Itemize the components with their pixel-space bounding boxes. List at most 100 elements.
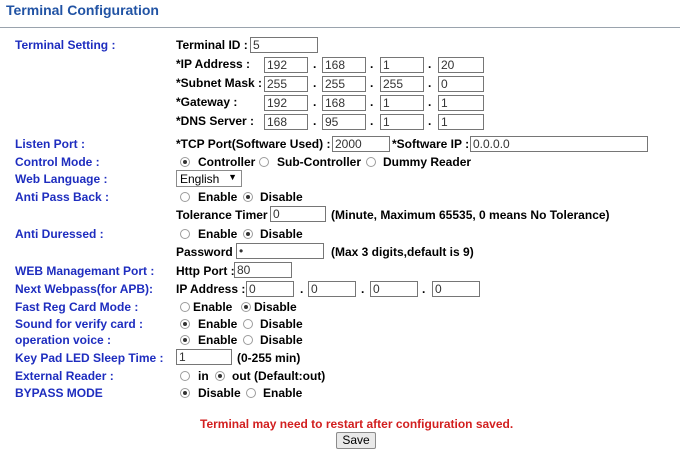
dns-dot: . [428,114,432,128]
label-anti-pass-back: Anti Pass Back : [15,190,110,204]
next-ip-octet-3[interactable] [370,281,418,297]
mask-dot: . [370,76,374,90]
ip-octet-1[interactable] [264,57,308,73]
radio-sound-enable[interactable] [180,319,190,329]
gw-octet-3[interactable] [380,95,424,111]
mask-octet-2[interactable] [322,76,366,92]
tolerance-timer-label: Tolerance Timer [176,208,268,222]
ip-octet-2[interactable] [322,57,366,73]
controller-label: Controller [198,155,256,169]
radio-apb-enable[interactable] [180,192,190,202]
radio-bypass-disable[interactable] [180,388,190,398]
label-anti-duressed: Anti Duressed : [15,227,104,241]
gateway-label: *Gateway : [176,95,238,109]
radio-reader-in[interactable] [180,371,190,381]
label-terminal-setting: Terminal Setting : [15,38,116,52]
chevron-down-icon: ▼ [228,172,237,182]
next-ip-octet-4[interactable] [432,281,480,297]
next-ip-octet-2[interactable] [308,281,356,297]
web-language-select[interactable]: English ▼ [176,170,242,187]
gw-dot: . [313,95,317,109]
mask-octet-4[interactable] [438,76,484,92]
radio-bypass-enable[interactable] [246,388,256,398]
radio-duress-disable[interactable] [243,229,253,239]
label-sound-verify: Sound for verify card : [15,317,144,331]
page-title: Terminal Configuration [6,2,159,18]
duress-disable-label: Disable [260,227,303,241]
label-operation-voice: operation voice : [15,333,112,347]
label-control-mode: Control Mode : [15,155,100,169]
radio-dummy-reader[interactable] [366,157,376,167]
fastreg-disable-label: Disable [254,300,297,314]
apb-disable-label: Disable [260,190,303,204]
web-language-value: English [180,172,220,186]
voice-enable-label: Enable [198,333,238,347]
ip-octet-3[interactable] [380,57,424,73]
save-button[interactable]: Save [336,432,376,449]
dns-octet-2[interactable] [322,114,366,130]
terminal-id-label: Terminal ID : [176,38,248,52]
radio-reader-out[interactable] [215,371,225,381]
ip-address-label: *IP Address : [176,57,251,71]
radio-fastreg-enable[interactable] [180,302,190,312]
radio-duress-enable[interactable] [180,229,190,239]
gw-dot: . [370,95,374,109]
restart-warning: Terminal may need to restart after confi… [200,417,514,431]
mask-octet-3[interactable] [380,76,424,92]
ip-dot: . [428,57,432,71]
dummy-reader-label: Dummy Reader [383,155,472,169]
gw-octet-1[interactable] [264,95,308,111]
apb-enable-label: Enable [198,190,238,204]
password-label: Password [176,245,233,259]
radio-voice-enable[interactable] [180,335,190,345]
mask-octet-1[interactable] [264,76,308,92]
tcp-port-label: *TCP Port(Software Used) : [176,137,331,151]
ip-dot: . [313,57,317,71]
fastreg-enable-label: Enable [193,300,233,314]
dns-octet-4[interactable] [438,114,484,130]
radio-fastreg-disable[interactable] [241,302,251,312]
software-ip-label: *Software IP : [392,137,470,151]
label-fast-reg: Fast Reg Card Mode : [15,300,139,314]
label-listen-port: Listen Port : [15,137,86,151]
tolerance-hint: (Minute, Maximum 65535, 0 means No Toler… [331,208,610,222]
next-webpass-ip-label: IP Address : [176,282,246,296]
radio-apb-disable[interactable] [243,192,253,202]
sound-enable-label: Enable [198,317,238,331]
voice-disable-label: Disable [260,333,303,347]
terminal-id-input[interactable] [250,37,318,53]
http-port-input[interactable] [234,262,292,278]
next-ip-dot: . [422,282,426,296]
http-port-label: Http Port : [176,264,235,278]
sound-disable-label: Disable [260,317,303,331]
radio-voice-disable[interactable] [243,335,253,345]
label-bypass-mode: BYPASS MODE [15,386,103,400]
gw-dot: . [428,95,432,109]
sub-controller-label: Sub-Controller [277,155,361,169]
dns-octet-1[interactable] [264,114,308,130]
gw-octet-2[interactable] [322,95,366,111]
label-web-port: WEB Managemant Port : [15,264,155,278]
radio-sub-controller[interactable] [259,157,269,167]
password-input[interactable] [236,243,324,259]
ip-octet-4[interactable] [438,57,484,73]
label-next-webpass: Next Webpass(for APB): [15,282,154,296]
gw-octet-4[interactable] [438,95,484,111]
next-ip-octet-1[interactable] [246,281,294,297]
radio-sound-disable[interactable] [243,319,253,329]
dns-octet-3[interactable] [380,114,424,130]
tolerance-timer-input[interactable] [270,206,326,222]
keypad-sleep-hint: (0-255 min) [237,351,301,365]
dns-server-label: *DNS Server : [176,114,255,128]
subnet-mask-label: *Subnet Mask : [176,76,263,90]
radio-controller[interactable] [180,157,190,167]
keypad-sleep-input[interactable] [176,349,232,365]
password-hint: (Max 3 digits,default is 9) [331,245,474,259]
software-ip-input[interactable] [470,136,648,152]
mask-dot: . [313,76,317,90]
tcp-port-input[interactable] [332,136,390,152]
label-web-language: Web Language : [15,172,108,186]
ip-dot: . [370,57,374,71]
bypass-disable-label: Disable [198,386,241,400]
dns-dot: . [313,114,317,128]
